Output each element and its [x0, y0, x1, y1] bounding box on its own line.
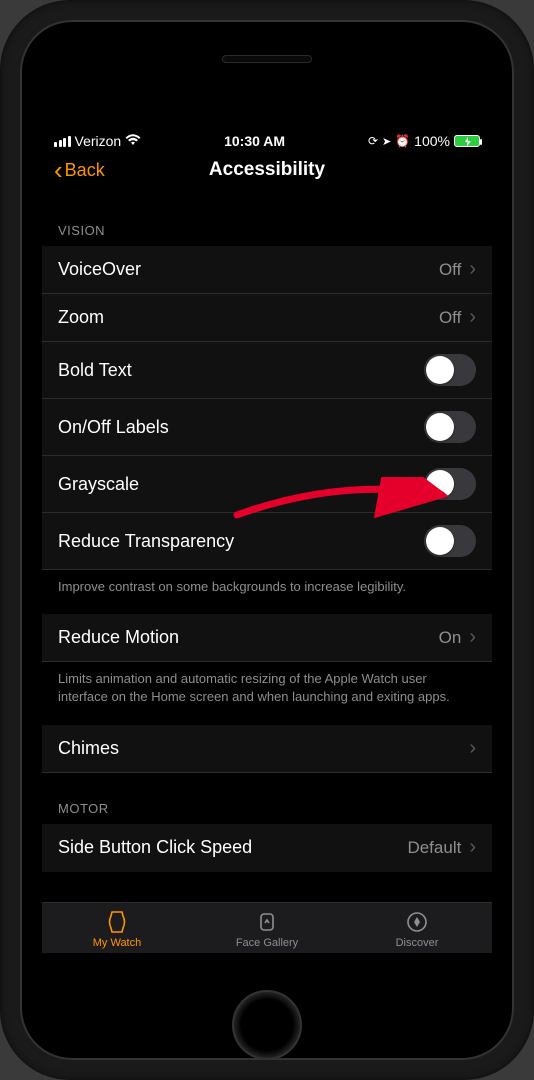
toggle-onoff-labels[interactable]	[424, 411, 476, 443]
row-voiceover[interactable]: VoiceOver Off ›	[42, 246, 492, 294]
home-button[interactable]	[232, 990, 302, 1060]
tab-discover[interactable]: Discover	[342, 903, 492, 953]
toggle-grayscale[interactable]	[424, 468, 476, 500]
speaker-slot	[222, 55, 312, 63]
chevron-right-icon: ›	[469, 836, 476, 859]
toggle-reduce-transparency[interactable]	[424, 525, 476, 557]
signal-icon	[54, 136, 71, 147]
location-icon: ➤	[382, 135, 391, 148]
tab-my-watch[interactable]: My Watch	[42, 903, 192, 953]
phone-inner: Verizon 10:30 AM ⟳ ➤ ⏰ 100%	[20, 20, 514, 1060]
chevron-right-icon: ›	[469, 626, 476, 649]
row-label: Reduce Transparency	[58, 531, 234, 552]
row-label: Chimes	[58, 738, 119, 759]
battery-pct: 100%	[414, 133, 450, 149]
row-reduce-transparency[interactable]: Reduce Transparency	[42, 513, 492, 570]
status-left: Verizon	[54, 133, 141, 149]
compass-icon	[404, 909, 430, 935]
row-value: Off	[439, 308, 461, 328]
watch-icon	[104, 909, 130, 935]
row-value: Off	[439, 260, 461, 280]
row-label: On/Off Labels	[58, 417, 169, 438]
content-scroll[interactable]: VISION VoiceOver Off › Zoom Off ›	[42, 195, 492, 902]
toggle-bold-text[interactable]	[424, 354, 476, 386]
footer-transparency: Improve contrast on some backgrounds to …	[42, 570, 492, 614]
row-chimes[interactable]: Chimes ›	[42, 725, 492, 773]
chevron-right-icon: ›	[469, 258, 476, 281]
footer-motion: Limits animation and automatic resizing …	[42, 662, 492, 724]
tab-face-gallery[interactable]: Face Gallery	[192, 903, 342, 953]
chevron-right-icon: ›	[469, 306, 476, 329]
face-gallery-icon	[254, 909, 280, 935]
orientation-lock-icon: ⟳	[368, 134, 378, 148]
battery-icon	[454, 135, 480, 147]
page-title: Accessibility	[209, 159, 325, 181]
row-label: Grayscale	[58, 474, 139, 495]
row-label: Zoom	[58, 307, 104, 328]
row-value: Default	[407, 838, 461, 858]
wifi-icon	[125, 133, 141, 149]
row-label: Bold Text	[58, 360, 132, 381]
row-label: VoiceOver	[58, 259, 141, 280]
section-header-vision: VISION	[42, 195, 492, 246]
row-zoom[interactable]: Zoom Off ›	[42, 294, 492, 342]
row-bold-text[interactable]: Bold Text	[42, 342, 492, 399]
chevron-left-icon: ‹	[54, 157, 63, 183]
back-button[interactable]: ‹ Back	[54, 157, 105, 183]
tab-bar: My Watch Face Gallery Discover	[42, 902, 492, 953]
chevron-right-icon: ›	[469, 737, 476, 760]
row-reduce-motion[interactable]: Reduce Motion On ›	[42, 614, 492, 662]
tab-label: My Watch	[93, 937, 142, 949]
clock: 10:30 AM	[224, 133, 285, 149]
back-label: Back	[65, 160, 105, 181]
row-side-button-speed[interactable]: Side Button Click Speed Default ›	[42, 824, 492, 872]
section-header-motor: MOTOR	[42, 773, 492, 824]
carrier-label: Verizon	[75, 133, 122, 149]
phone-frame: Verizon 10:30 AM ⟳ ➤ ⏰ 100%	[0, 0, 534, 1080]
row-value: On	[439, 628, 462, 648]
row-label: Side Button Click Speed	[58, 837, 252, 858]
row-label: Reduce Motion	[58, 627, 179, 648]
nav-bar: ‹ Back Accessibility	[42, 151, 492, 195]
screen: Verizon 10:30 AM ⟳ ➤ ⏰ 100%	[42, 127, 492, 953]
row-onoff-labels[interactable]: On/Off Labels	[42, 399, 492, 456]
alarm-icon: ⏰	[395, 134, 410, 148]
status-right: ⟳ ➤ ⏰ 100%	[368, 133, 480, 149]
tab-label: Discover	[396, 937, 439, 949]
tab-label: Face Gallery	[236, 937, 298, 949]
status-bar: Verizon 10:30 AM ⟳ ➤ ⏰ 100%	[42, 127, 492, 151]
row-grayscale[interactable]: Grayscale	[42, 456, 492, 513]
